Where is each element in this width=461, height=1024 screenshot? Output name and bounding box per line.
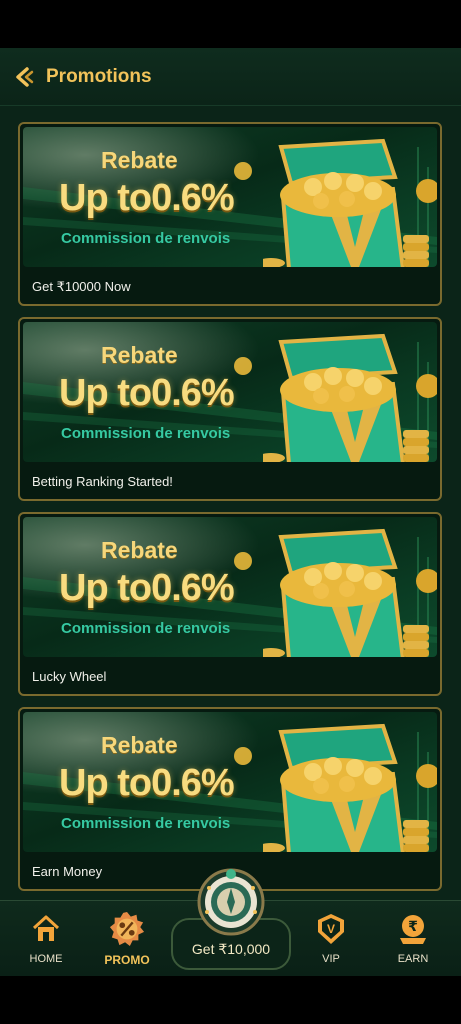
rupee-icon: ₹ <box>400 915 426 944</box>
chevron-left-icon <box>16 66 34 87</box>
banner-headline: Up to0.6% <box>59 177 235 219</box>
banner-rebate-text: Rebate <box>101 342 178 368</box>
navigation-bar-area <box>0 976 461 1024</box>
banner-subtitle: Commission de renvois <box>61 230 231 247</box>
home-icon <box>32 915 60 941</box>
svg-text:V: V <box>327 922 335 936</box>
banner-subtitle: Commission de renvois <box>61 425 231 442</box>
wheel-icon <box>197 868 265 936</box>
treasure-chest-icon <box>263 138 429 267</box>
tab-vip[interactable]: V VIP <box>296 901 366 976</box>
banner-subtitle: Commission de renvois <box>61 815 231 832</box>
banner-rebate-text: Rebate <box>101 732 178 758</box>
banner-rebate-text: Rebate <box>101 537 178 563</box>
promotion-title: Earn Money <box>32 864 103 879</box>
promotion-card[interactable]: Rebate Up to0.6% Commission de renvois E… <box>18 707 442 891</box>
status-bar-area <box>0 0 461 48</box>
promotion-card[interactable]: Rebate Up to0.6% Commission de renvois G… <box>18 122 442 306</box>
vip-badge-icon: V <box>318 914 344 944</box>
promotion-title: Get ₹10000 Now <box>32 279 131 294</box>
gift-icon <box>109 911 145 947</box>
banner-headline: Up to0.6% <box>59 762 235 804</box>
app-screen: Promotions Rebate Up to0.6% Commission d… <box>0 48 461 976</box>
page-title: Promotions <box>46 65 152 87</box>
banner-rebate-text: Rebate <box>101 147 178 173</box>
tab-earn[interactable]: ₹ EARN <box>378 901 448 976</box>
treasure-chest-icon <box>263 723 429 852</box>
banner-headline: Up to0.6% <box>59 567 235 609</box>
svg-text:₹: ₹ <box>408 919 418 935</box>
banner-headline: Up to0.6% <box>59 372 235 414</box>
tab-label: HOME <box>29 953 63 965</box>
tab-promo[interactable]: PROMO <box>92 901 162 976</box>
treasure-chest-icon <box>263 333 429 462</box>
tab-label: PROMO <box>104 953 150 967</box>
promotion-title: Lucky Wheel <box>32 669 107 684</box>
promotion-card[interactable]: Rebate Up to0.6% Commission de renvois L… <box>18 512 442 696</box>
tab-home[interactable]: HOME <box>11 901 81 976</box>
promotion-card[interactable]: Rebate Up to0.6% Commission de renvois B… <box>18 317 442 501</box>
tab-label: VIP <box>322 953 340 965</box>
promotion-banner[interactable]: Rebate Up to0.6% Commission de renvois <box>23 322 437 462</box>
promotion-banner[interactable]: Rebate Up to0.6% Commission de renvois <box>23 712 437 852</box>
promotion-banner[interactable]: Rebate Up to0.6% Commission de renvois <box>23 127 437 267</box>
promotion-banner[interactable]: Rebate Up to0.6% Commission de renvois <box>23 517 437 657</box>
lucky-wheel-label: Get ₹10,000 <box>191 941 271 957</box>
back-button[interactable] <box>2 48 46 106</box>
banner-subtitle: Commission de renvois <box>61 620 231 637</box>
promotion-title: Betting Ranking Started! <box>32 474 173 489</box>
treasure-chest-icon <box>263 528 429 657</box>
lucky-wheel-button[interactable]: Get ₹10,000 <box>171 868 291 972</box>
header: Promotions <box>0 48 461 106</box>
tab-label: EARN <box>397 953 429 965</box>
